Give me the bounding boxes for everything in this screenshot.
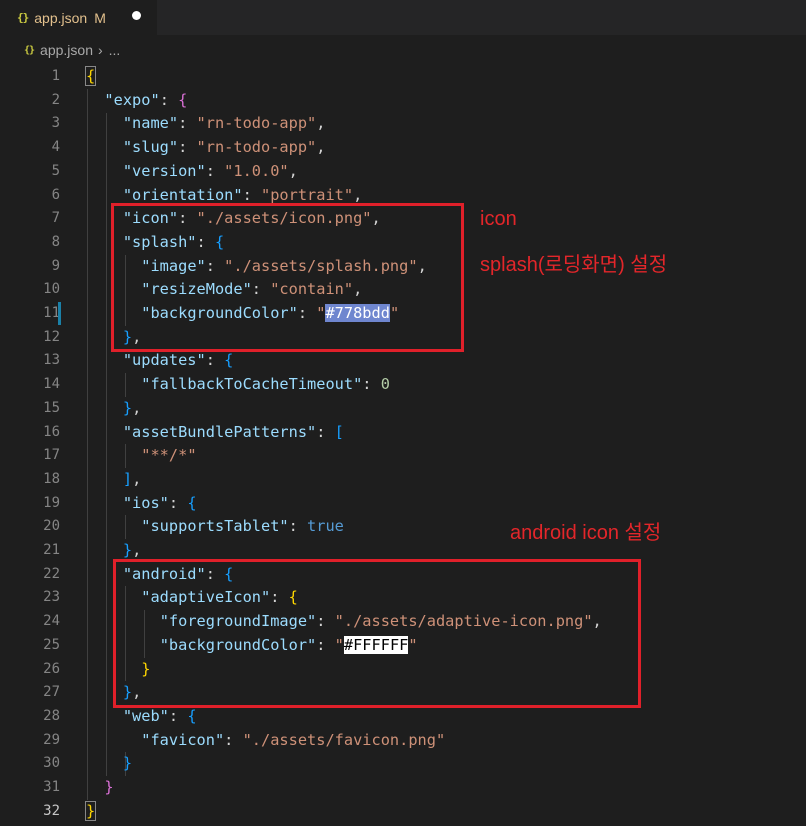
code-line-4: "slug": "rn-todo-app",: [122, 138, 326, 157]
annotation-icon: icon: [480, 208, 517, 230]
line-number: 17: [43, 447, 60, 464]
code-line-5: "version": "1.0.0",: [122, 161, 298, 180]
line-number: 26: [43, 660, 60, 677]
annotation-android: android icon 설정: [510, 522, 662, 544]
code-line-15: },: [122, 398, 142, 417]
line-number: 1: [51, 68, 60, 84]
line-number: 11: [43, 305, 60, 321]
code-line-31: }: [104, 778, 114, 796]
line-number: 14: [43, 376, 60, 393]
line-number: 5: [51, 162, 60, 179]
line-number: 16: [43, 423, 60, 440]
code-line-19: "ios": {: [122, 493, 197, 512]
line-number: 13: [43, 352, 60, 369]
line-number-current: 32: [43, 802, 60, 819]
line-number: 12: [43, 328, 60, 345]
unsaved-dot-icon[interactable]: [132, 11, 141, 20]
line-number: 6: [51, 186, 60, 203]
code-line-18: ],: [122, 469, 142, 488]
code-line-28: "web": {: [122, 706, 197, 725]
tab-app-json[interactable]: {} app.json M: [0, 0, 157, 35]
line-number: 31: [43, 779, 60, 795]
line-number: 27: [43, 684, 60, 701]
code-line-29: "favicon": "./assets/favicon.png": [141, 730, 446, 749]
line-number: 30: [43, 755, 60, 772]
android-highlight-box: [113, 559, 641, 708]
line-number: 9: [51, 257, 60, 274]
tab-modified-indicator: M: [94, 9, 106, 26]
code-line-2: "expo": {: [104, 90, 188, 109]
line-number: 15: [43, 399, 60, 416]
icon-splash-highlight-box: [111, 203, 464, 352]
code-line-14: "fallbackToCacheTimeout": 0: [141, 375, 390, 394]
code-line-1: {: [84, 66, 97, 86]
annotation-splash: splash(로딩화면) 설정: [480, 254, 668, 276]
code-line-3: "name": "rn-todo-app",: [122, 114, 326, 133]
code-line-20: "supportsTablet": true: [141, 517, 344, 536]
line-number: 21: [43, 542, 60, 558]
line-number: 22: [43, 565, 60, 582]
line-number: 24: [43, 613, 60, 630]
line-number: 10: [43, 281, 60, 298]
line-number: 7: [51, 210, 60, 227]
code-line-16: "assetBundlePatterns": [: [122, 422, 344, 441]
line-number: 29: [43, 731, 60, 748]
code-line-17: "**/*": [141, 446, 197, 465]
line-number: 19: [43, 494, 60, 511]
code-line-32: }: [84, 800, 97, 821]
line-number: 25: [43, 636, 60, 653]
json-file-icon: {}: [24, 44, 35, 56]
line-number: 3: [51, 115, 60, 132]
line-number: 2: [51, 91, 60, 108]
git-modified-marker[interactable]: [58, 302, 61, 325]
breadcrumb: {} app.json › ...: [0, 37, 806, 63]
chevron-right-icon: ›: [97, 42, 103, 58]
line-number: 18: [43, 470, 60, 487]
tab-filename: app.json: [34, 9, 88, 26]
breadcrumb-symbol[interactable]: ...: [109, 42, 121, 58]
line-number: 28: [43, 707, 60, 724]
code-line-30: }: [122, 754, 133, 773]
line-number: 20: [43, 518, 60, 535]
line-number: 8: [51, 233, 60, 250]
code-line-13: "updates": {: [122, 351, 234, 370]
breadcrumb-file[interactable]: app.json: [40, 42, 93, 58]
editor-tab-bar: {} app.json M: [0, 0, 806, 35]
line-number: 23: [43, 589, 60, 606]
line-number: 4: [51, 139, 60, 156]
json-file-icon: {}: [17, 11, 29, 24]
